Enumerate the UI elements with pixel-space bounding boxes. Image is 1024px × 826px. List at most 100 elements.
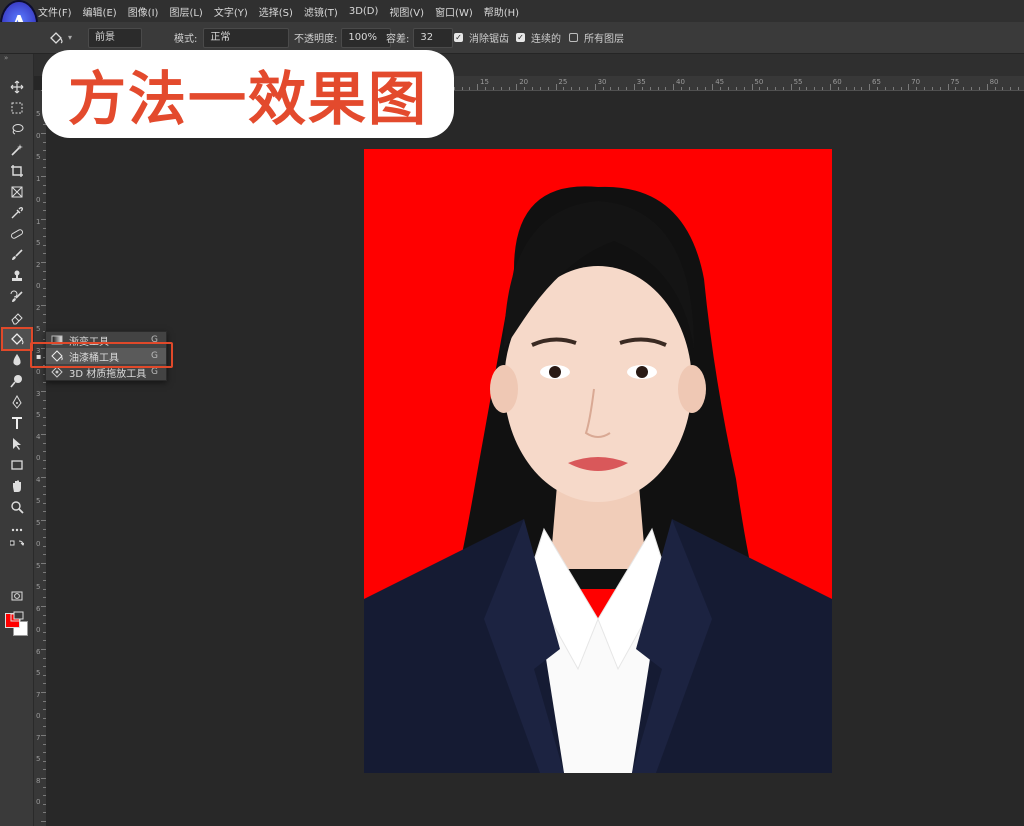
ruler-tick [963,87,965,90]
contiguous-checkbox[interactable]: ✓ 连续的 [516,30,561,45]
ruler-tick [516,84,518,90]
frame-icon [11,186,23,198]
ruler-tick [939,87,941,90]
magic-wand-tool[interactable] [7,141,27,159]
pen-icon [12,395,22,409]
ruler-tick [892,87,894,90]
ruler-tick [1018,87,1020,90]
paint-bucket-tool[interactable] [1,327,33,351]
ruler-tick [547,87,549,90]
ruler-tick [649,87,651,90]
ruler-left-label: 5 [36,110,41,118]
path-select-tool[interactable] [7,435,27,453]
ruler-tick [743,87,745,90]
eraser-tool[interactable] [7,309,27,327]
ruler-top-label: 45 [715,78,725,86]
menu-item-2[interactable]: 图像(I) [128,4,159,19]
brush-icon [12,249,23,260]
ruler-tick [900,87,902,90]
menu-item-9[interactable]: 窗口(W) [435,4,473,19]
ruler-tick [822,87,824,90]
crop-tool[interactable] [7,162,27,180]
ruler-tick [759,87,761,90]
menu-item-10[interactable]: 帮助(H) [484,4,519,19]
ruler-top-label: 40 [676,78,685,86]
hand-icon [13,480,21,492]
ruler-tick [704,87,706,90]
menu-item-7[interactable]: 3D(D) [349,6,379,17]
menu-bar: 文件(F) 编辑(E) 图像(I) 图层(L) 文字(Y) 选择(S) 滤镜(T) 3D(D)… [0,0,1024,22]
rectangle-tool[interactable] [7,456,27,474]
ruler-tick [735,87,737,90]
hand-tool[interactable] [7,477,27,495]
ruler-tick [720,87,722,90]
ruler-tick [884,87,886,90]
zoom-tool[interactable] [7,498,27,516]
antialias-checkbox[interactable]: ✓ 消除锯齿 [454,30,509,45]
contiguous-label: 连续的 [531,34,561,45]
rectangle-icon [11,460,23,470]
brush-tool[interactable] [7,246,27,264]
history-brush-tool[interactable] [7,288,27,306]
eyedropper-tool[interactable] [7,204,27,222]
frame-tool[interactable] [7,183,27,201]
lasso-tool[interactable] [7,120,27,138]
ruler-tick [539,87,541,90]
portrait-photo[interactable] [364,149,832,773]
ruler-left-label: 5 [36,325,41,333]
menu-item-8[interactable]: 视图(V) [389,4,424,19]
healing-tool[interactable] [7,225,27,243]
ruler-tick [477,84,479,90]
portrait-illustration [364,186,832,773]
healing-icon [10,229,24,239]
quick-mask-button[interactable] [7,587,27,605]
ruler-tick [673,84,675,90]
ruler-left-label: 1 [36,174,41,183]
screen-mode-button[interactable] [7,608,27,626]
marquee-icon [11,102,23,114]
ruler-left-label: 5 [36,755,41,763]
ruler-left-label: 2 [36,303,41,312]
ruler-tick [806,87,808,90]
ruler-tick [508,87,510,90]
marquee-tool[interactable] [7,99,27,117]
menu-item-5[interactable]: 选择(S) [259,4,293,19]
ruler-tick [830,84,831,90]
opacity-field[interactable]: 100% [341,27,392,48]
menu-item-4[interactable]: 文字(Y) [214,4,248,19]
ruler-left-label: 0 [36,454,41,462]
swap-colors-icon [10,540,24,546]
menu-item-3[interactable]: 图层(L) [169,4,202,19]
edit-toolbar-button[interactable] [7,521,27,539]
move-tool[interactable] [7,78,27,96]
menu-item-1[interactable]: 编辑(E) [83,4,117,19]
ruler-left-label: 0 [36,798,41,806]
menu-item-0[interactable]: 文件(F) [38,4,72,19]
blur-tool[interactable] [7,351,27,369]
all-layers-checkbox[interactable]: 所有图层 [569,30,624,45]
dodge-tool[interactable] [7,372,27,390]
fill-source-select[interactable]: 前景 [88,27,142,48]
ruler-left-label: 5 [36,561,41,570]
ruler-tick [532,87,534,90]
ruler-left-label: 5 [36,497,41,505]
mode-select[interactable]: 正常 [203,27,290,48]
quick-mask-icon [11,591,23,601]
ruler-left-label: 7 [36,733,41,742]
ruler-top-label: 35 [636,78,646,86]
ruler-tick [814,87,816,90]
pen-tool[interactable] [7,393,27,411]
stamp-tool[interactable] [7,267,27,285]
ruler-tick [634,84,635,90]
paint-bucket-tool-preset[interactable]: ▾ [48,30,72,46]
ruler-left-label: 0 [36,626,41,634]
ruler-top-label: 50 [754,78,764,86]
ruler-tick [947,84,949,90]
type-tool[interactable] [7,414,27,432]
ruler-tick [688,87,690,90]
panel-collapse-icon[interactable]: » [4,54,8,62]
tolerance-field[interactable]: 32 [413,27,454,48]
swap-colors-button[interactable] [7,540,27,552]
ruler-left-label: 5 [36,518,41,527]
menu-item-6[interactable]: 滤镜(T) [304,4,338,19]
